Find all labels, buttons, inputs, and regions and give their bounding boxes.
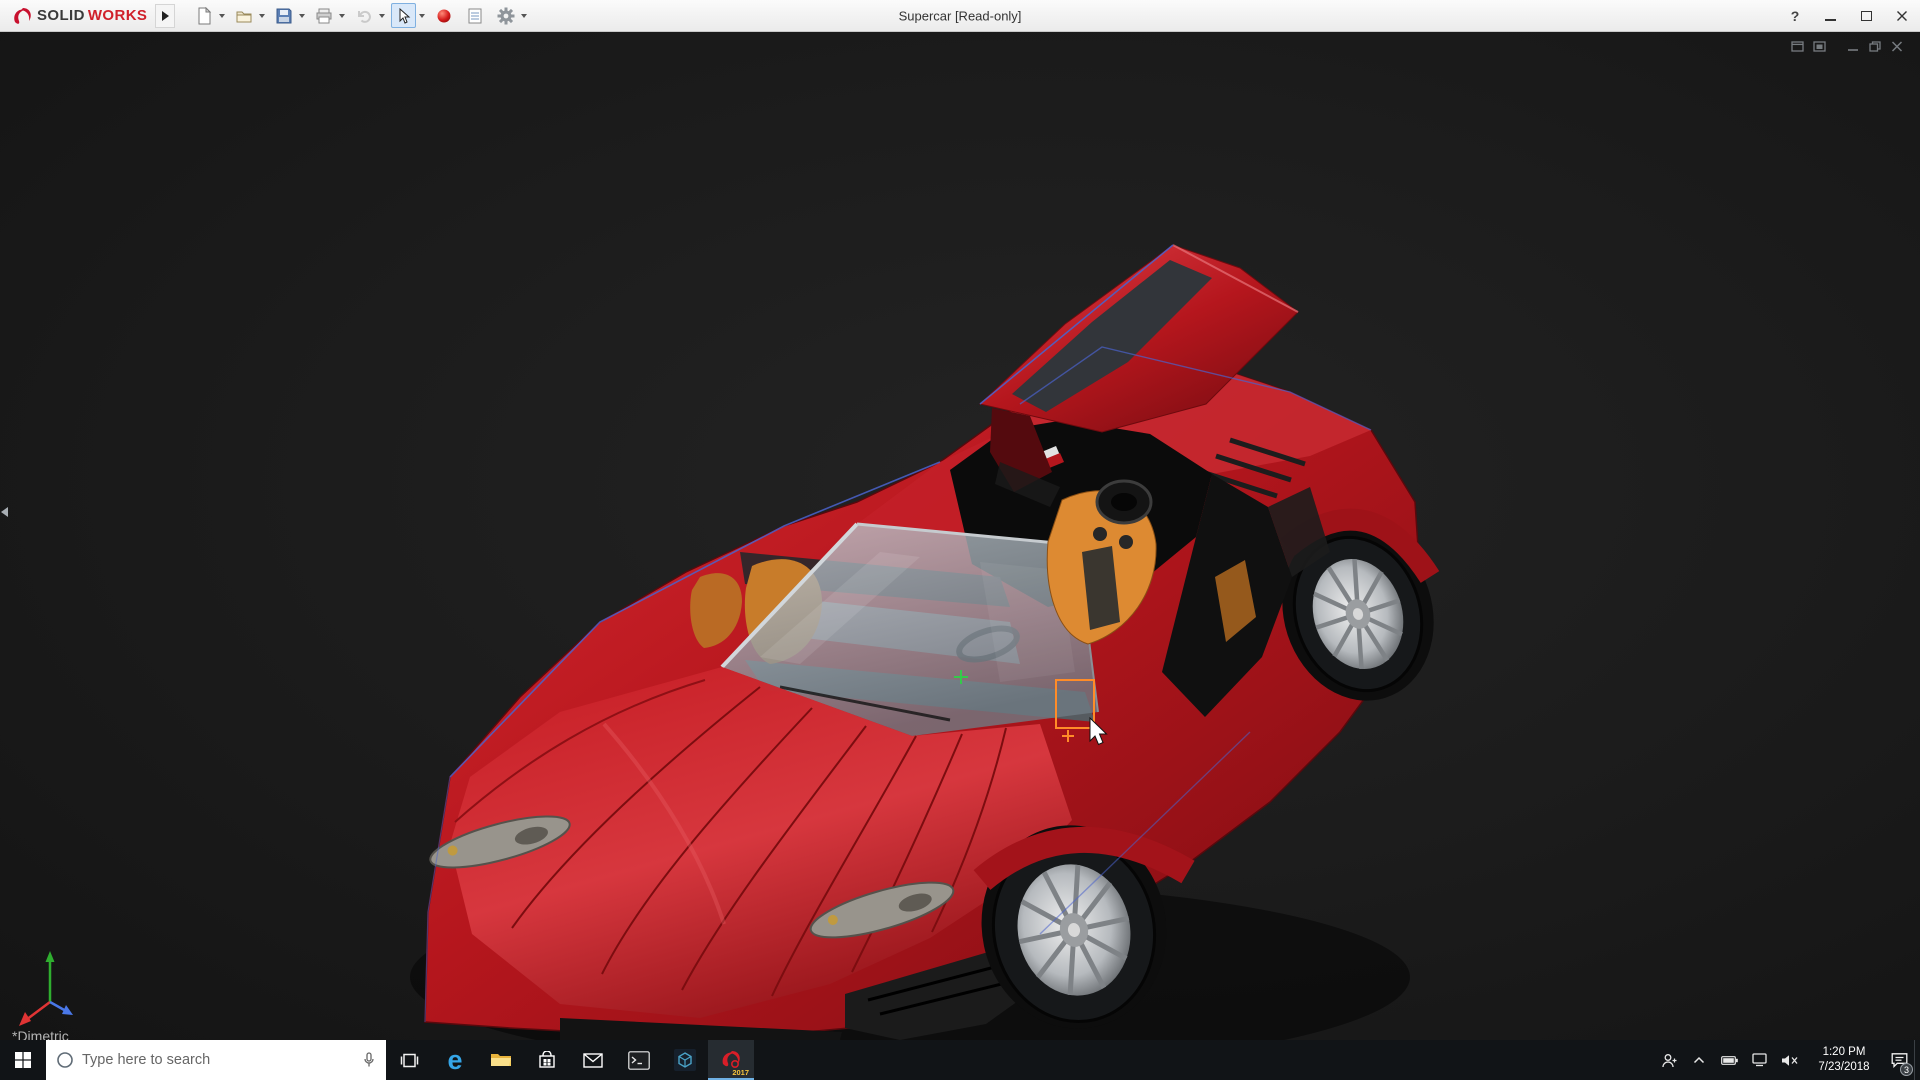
document-window-controls [1786, 38, 1908, 54]
open-dropdown[interactable] [256, 3, 267, 28]
print-icon [315, 7, 333, 25]
brand-solid: SOLID [37, 7, 85, 24]
close-icon [1896, 10, 1908, 22]
open-folder-icon [235, 7, 253, 25]
document-title: Supercar [Read-only] [899, 8, 1022, 23]
task-view-icon [400, 1052, 419, 1069]
file-explorer-button[interactable] [478, 1040, 524, 1080]
store-app-button[interactable] [524, 1040, 570, 1080]
quick-access-toolbar [191, 3, 533, 28]
console-app-button[interactable] [616, 1040, 662, 1080]
system-tray: 1:20 PM 7/23/2018 3 [1654, 1040, 1920, 1080]
doc-restore-icon[interactable] [1864, 38, 1886, 54]
featuremanager-expand-arrow[interactable] [1, 500, 13, 524]
undo-icon [355, 7, 373, 25]
taskbar-clock[interactable]: 1:20 PM 7/23/2018 [1804, 1040, 1884, 1080]
save-icon [275, 7, 293, 25]
network-button[interactable] [1744, 1040, 1774, 1080]
solidworks-taskbar-button[interactable]: 2017 [708, 1040, 754, 1080]
windows-logo-icon [15, 1052, 31, 1068]
mail-icon [583, 1053, 603, 1068]
graphics-area[interactable]: *Dimetric [0, 32, 1920, 1040]
select-cursor-icon [396, 8, 412, 24]
volume-button[interactable] [1774, 1040, 1804, 1080]
view-orientation-label: *Dimetric [12, 1028, 69, 1040]
hidden-icons-button[interactable] [1684, 1040, 1714, 1080]
rebuild-sphere-icon [436, 8, 452, 24]
people-icon [1661, 1053, 1678, 1068]
undo-button[interactable] [351, 3, 376, 28]
brand-works: WORKS [88, 7, 148, 24]
cortana-icon [56, 1051, 74, 1069]
start-button[interactable] [0, 1040, 46, 1080]
open-button[interactable] [231, 3, 256, 28]
titlebar: SOLIDWORKS [0, 0, 1920, 32]
chevron-up-icon [1693, 1056, 1705, 1064]
options-dropdown[interactable] [518, 3, 529, 28]
file-properties-icon [466, 7, 484, 25]
new-document-dropdown[interactable] [216, 3, 227, 28]
menu-expand-arrow[interactable] [155, 4, 175, 28]
people-button[interactable] [1654, 1040, 1684, 1080]
select-dropdown[interactable] [416, 3, 427, 28]
doc-window-icon-b[interactable] [1808, 38, 1830, 54]
battery-button[interactable] [1714, 1040, 1744, 1080]
file-properties-button[interactable] [462, 3, 487, 28]
volume-muted-icon [1781, 1054, 1798, 1067]
save-dropdown[interactable] [296, 3, 307, 28]
clock-time: 1:20 PM [1823, 1045, 1866, 1060]
battery-icon [1721, 1056, 1738, 1065]
new-document-icon [195, 7, 213, 25]
ds-logo-icon [10, 6, 34, 26]
network-icon [1752, 1053, 1767, 1067]
new-document-button[interactable] [191, 3, 216, 28]
store-icon [538, 1051, 556, 1069]
mail-app-button[interactable] [570, 1040, 616, 1080]
show-desktop-button[interactable] [1914, 1040, 1920, 1080]
options-button[interactable] [493, 3, 518, 28]
save-button[interactable] [271, 3, 296, 28]
maximize-icon [1861, 11, 1872, 21]
orientation-triad [16, 948, 88, 1032]
clock-date: 7/23/2018 [1818, 1060, 1869, 1075]
print-button[interactable] [311, 3, 336, 28]
help-button[interactable]: ? [1778, 8, 1812, 24]
edge-app-button[interactable]: e [432, 1040, 478, 1080]
desktop: SOLIDWORKS [0, 0, 1920, 1080]
action-center-button[interactable]: 3 [1884, 1040, 1914, 1080]
file-explorer-icon [490, 1051, 512, 1069]
cad-viewer-icon [674, 1049, 696, 1071]
solidworks-logo: SOLIDWORKS [0, 6, 155, 26]
console-icon [628, 1051, 650, 1070]
maximize-button[interactable] [1848, 0, 1884, 31]
window-controls: ? [1778, 0, 1920, 31]
select-button[interactable] [391, 3, 416, 28]
microphone-icon[interactable] [362, 1052, 376, 1068]
print-dropdown[interactable] [336, 3, 347, 28]
minimize-icon [1825, 19, 1836, 21]
gear-icon [497, 7, 515, 25]
supercar-model[interactable] [0, 32, 1920, 1040]
notification-badge: 3 [1900, 1063, 1913, 1076]
rebuild-button[interactable] [431, 3, 456, 28]
taskbar: e 2017 [0, 1040, 1920, 1080]
doc-close-icon[interactable] [1886, 38, 1908, 54]
taskbar-search[interactable] [46, 1040, 386, 1080]
doc-window-icon-a[interactable] [1786, 38, 1808, 54]
task-view-button[interactable] [386, 1040, 432, 1080]
cad-viewer-app-button[interactable] [662, 1040, 708, 1080]
undo-dropdown[interactable] [376, 3, 387, 28]
doc-minimize-icon[interactable] [1842, 38, 1864, 54]
close-button[interactable] [1884, 0, 1920, 31]
search-input[interactable] [82, 1052, 354, 1068]
minimize-button[interactable] [1812, 0, 1848, 31]
edge-icon: e [447, 1047, 462, 1074]
solidworks-year-label: 2017 [732, 1068, 749, 1077]
